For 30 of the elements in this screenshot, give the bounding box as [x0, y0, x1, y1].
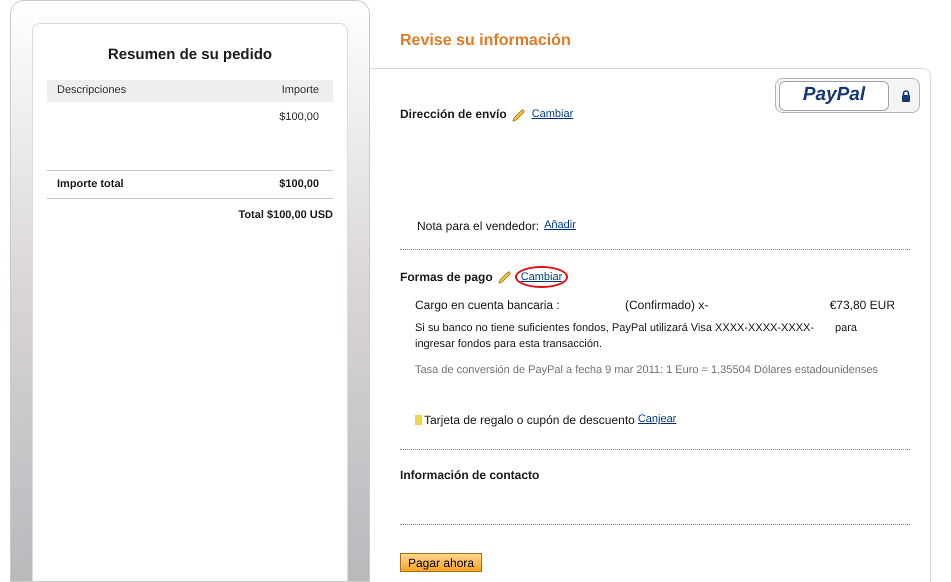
grand-total: Total $100,00 USD: [238, 208, 333, 222]
pencil-icon: [496, 269, 512, 284]
section-heading: Información de contacto: [400, 466, 540, 484]
section-heading: Formas de pago: [400, 268, 493, 286]
change-link[interactable]: Cambiar: [530, 104, 576, 124]
total-label: Importe total: [57, 176, 124, 192]
backup-text: Si su banco no tiene suficientes fondos, PayPal utilizará Visa XXXX-XXXX-XXXX-: [415, 321, 816, 336]
amount-cell-text: $100,00: [279, 110, 320, 124]
change-link[interactable]: Cambiar: [514, 266, 568, 288]
backup-text: para: [835, 321, 858, 336]
payment-status: (Confirmado) x-: [625, 297, 708, 314]
column-header: Importe: [282, 83, 320, 98]
backup-text: ingresar fondos para esta transacción.: [415, 337, 604, 352]
pay-now-button[interactable]: Pagar ahora: [400, 552, 482, 572]
conversion-rate: Tasa de conversión de PayPal a fecha 9 mar 2011: 1 Euro = 1,35504 Dólares estadounidenses: [414, 363, 880, 378]
gift-card-label: Tarjeta de regalo o cupón de descuento: [424, 412, 635, 428]
redeem-link[interactable]: Canjear: [638, 411, 676, 428]
summary-title: Resumen de su pedido: [106, 45, 274, 65]
add-note-link[interactable]: Añadir: [544, 217, 576, 234]
column-header: Descripciones: [57, 83, 126, 98]
note-label: Nota para el vendedor:: [417, 218, 540, 234]
pencil-icon: [510, 106, 526, 122]
gift-card-icon: [415, 414, 422, 424]
total-amount: $100,00: [279, 176, 320, 192]
section-heading: Dirección de envío: [400, 106, 507, 124]
lock-icon: [901, 90, 911, 102]
review-title: Revise su información: [399, 31, 572, 51]
logo-text: PayPal: [779, 80, 889, 110]
payment-method: Cargo en cuenta bancaria :: [415, 297, 561, 314]
payment-amount: €73,80 EUR: [830, 297, 895, 314]
